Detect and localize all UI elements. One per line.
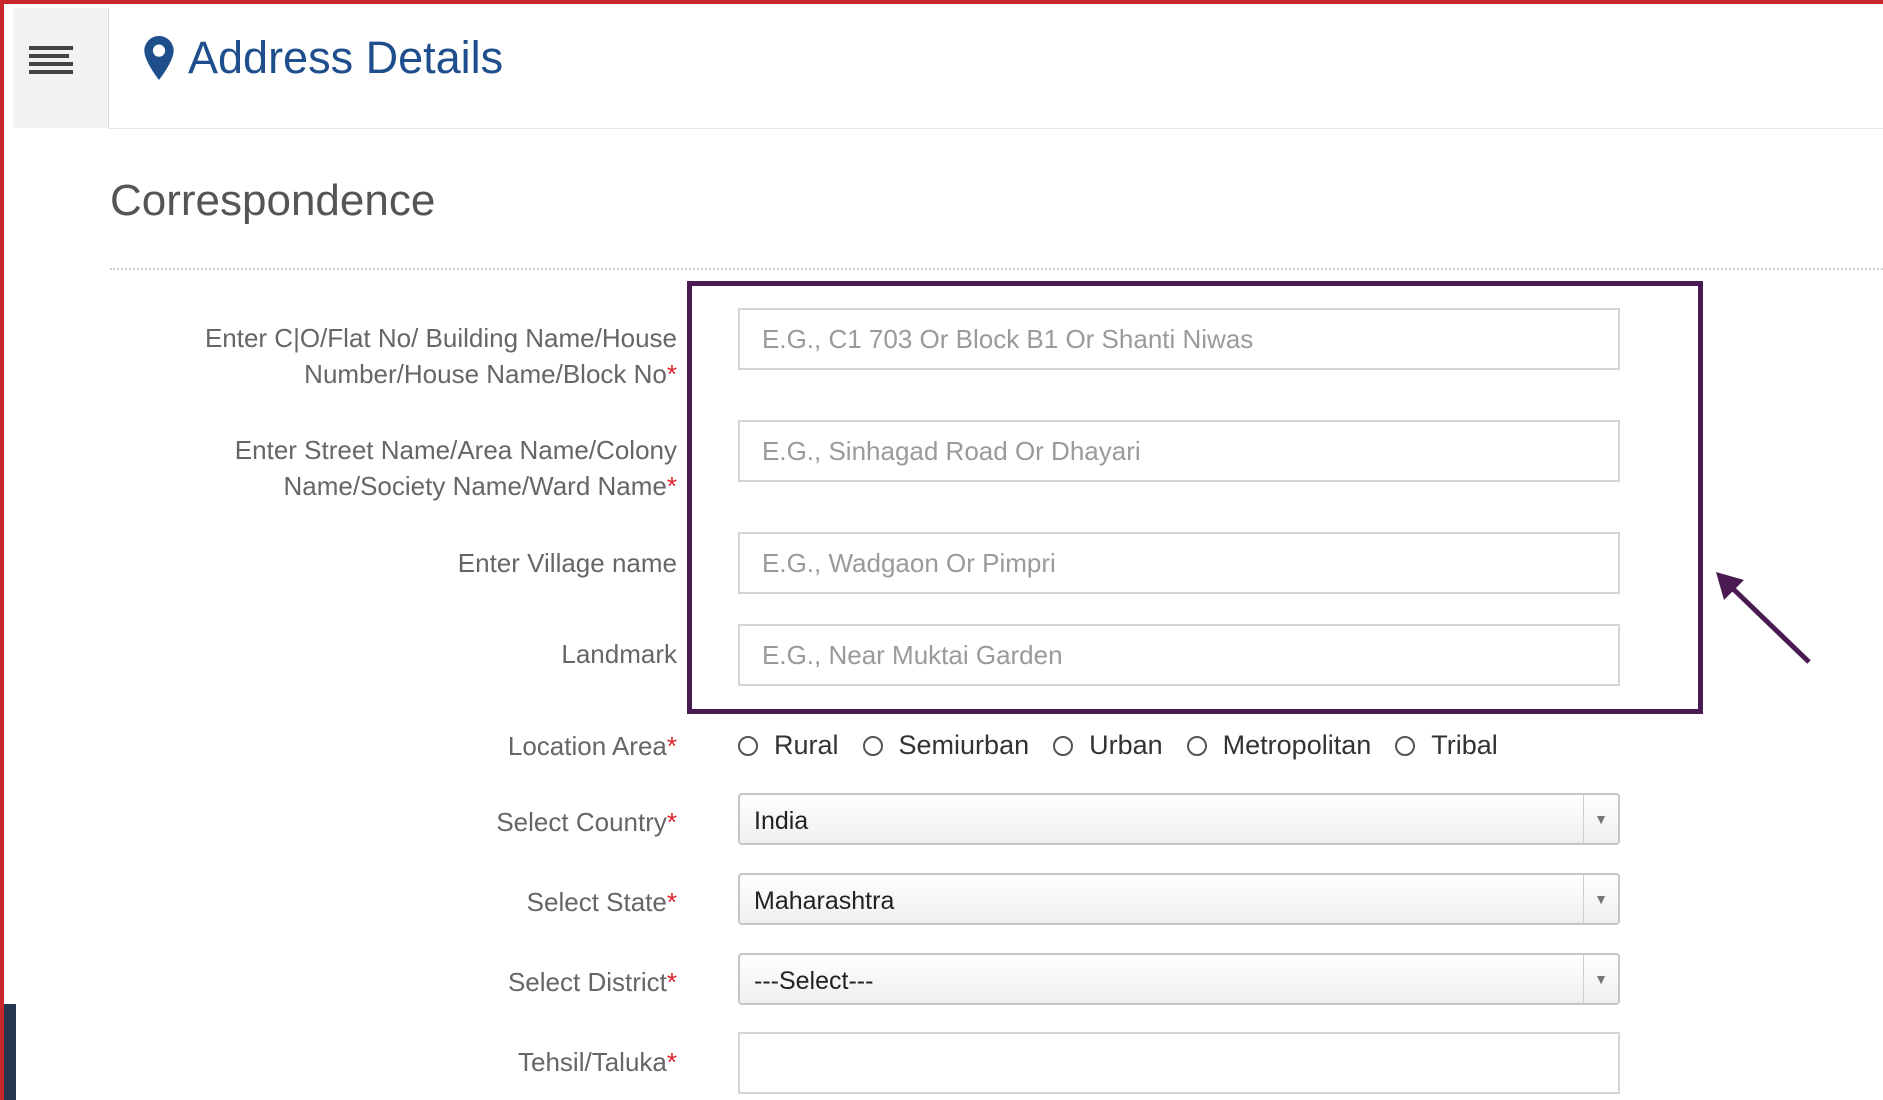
page-title: Address Details: [188, 32, 504, 83]
country-select[interactable]: India ▼: [738, 793, 1620, 845]
radio-label: Urban: [1089, 730, 1163, 760]
tehsil-input[interactable]: [738, 1032, 1620, 1094]
state-select-value: Maharashtra: [754, 887, 895, 915]
radio-label: Metropolitan: [1222, 730, 1372, 760]
radio-label: Semiurban: [898, 730, 1030, 760]
radio-semiurban[interactable]: Semiurban: [862, 730, 1030, 761]
hamburger-menu-icon[interactable]: [29, 46, 73, 84]
radio-label: Tribal: [1431, 730, 1498, 760]
required-mark: *: [666, 359, 677, 389]
country-label-text: Select Country: [496, 807, 667, 837]
street-label: Enter Street Name/Area Name/Colony Name/…: [235, 432, 677, 504]
location-radio-group: Rural Semiurban Urban Metropolitan Triba…: [738, 730, 1522, 761]
caret-down-icon[interactable]: ▼: [1583, 795, 1618, 843]
radio-metropolitan[interactable]: Metropolitan: [1186, 730, 1372, 761]
menu-toggle[interactable]: [13, 8, 109, 128]
street-label-line1: Enter Street Name/Area Name/Colony: [234, 435, 677, 465]
required-mark: *: [666, 471, 677, 501]
state-select[interactable]: Maharashtra ▼: [738, 873, 1620, 925]
section-divider: [110, 268, 1883, 270]
landmark-label: Landmark: [561, 636, 677, 672]
tehsil-label-text: Tehsil/Taluka: [518, 1047, 667, 1077]
district-label: Select District*: [508, 964, 677, 1000]
caret-down-icon[interactable]: ▼: [1583, 955, 1618, 1003]
tehsil-label: Tehsil/Taluka*: [518, 1044, 677, 1080]
caret-down-icon[interactable]: ▼: [1583, 875, 1618, 923]
annotation-arrow-icon: [1716, 572, 1811, 664]
street-label-line2: Name/Society Name/Ward Name: [283, 471, 667, 501]
required-mark: *: [666, 731, 677, 761]
header-divider: [108, 128, 1883, 129]
radio-circle-icon[interactable]: [738, 735, 758, 756]
radio-rural[interactable]: Rural: [738, 730, 839, 761]
required-mark: *: [666, 807, 677, 837]
landmark-label-text: Landmark: [561, 639, 677, 669]
radio-circle-icon[interactable]: [1186, 735, 1207, 756]
radio-circle-icon[interactable]: [1395, 735, 1416, 756]
country-select-value: India: [754, 807, 809, 835]
radio-urban[interactable]: Urban: [1053, 730, 1163, 761]
location-label: Location Area*: [508, 728, 677, 764]
village-label: Enter Village name: [458, 545, 677, 581]
district-select-value: ---Select---: [754, 967, 874, 995]
section-title: Correspondence: [110, 176, 436, 225]
required-mark: *: [666, 1047, 677, 1077]
country-label: Select Country*: [496, 804, 677, 840]
district-select[interactable]: ---Select--- ▼: [738, 953, 1620, 1005]
required-mark: *: [666, 887, 677, 917]
left-edge-strip: [4, 1004, 16, 1100]
highlight-box: [687, 281, 1703, 714]
flat-label-line2: Number/House Name/Block No: [304, 359, 667, 389]
map-pin-icon: [144, 36, 174, 80]
radio-circle-icon[interactable]: [1053, 735, 1074, 756]
radio-label: Rural: [774, 730, 839, 760]
state-label: Select State*: [527, 884, 677, 920]
district-label-text: Select District: [507, 967, 667, 997]
radio-circle-icon[interactable]: [862, 735, 883, 756]
village-label-text: Enter Village name: [457, 548, 677, 578]
state-label-text: Select State: [526, 887, 667, 917]
radio-tribal[interactable]: Tribal: [1395, 730, 1498, 761]
page-header: Address Details: [144, 32, 503, 84]
flat-label-line1: Enter C|O/Flat No/ Building Name/House: [204, 323, 677, 353]
flat-label: Enter C|O/Flat No/ Building Name/House N…: [205, 320, 677, 392]
page-frame: Address Details Correspondence Enter C|O…: [0, 0, 1883, 1100]
required-mark: *: [666, 967, 677, 997]
location-label-text: Location Area: [507, 731, 667, 761]
